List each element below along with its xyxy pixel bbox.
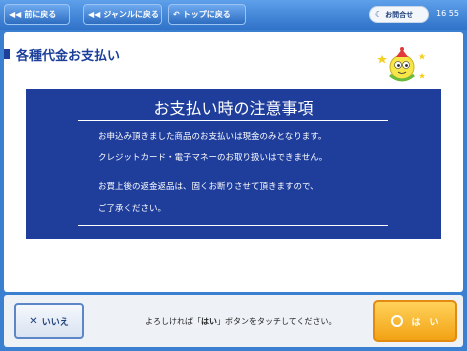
- instruction-before: よろしければ「: [145, 317, 201, 326]
- notice-title: お支払い時の注意事項: [153, 99, 314, 118]
- return-arrow-icon: ↶: [173, 10, 180, 19]
- contact-button-label: お問合せ: [385, 10, 414, 19]
- notice-box: お支払い時の注意事項 お申込み頂きました商品のお支払いは現金のみとなります。 ク…: [26, 89, 441, 239]
- instruction-text: よろしければ「はい」ボタンをタッチしてください。: [145, 316, 337, 327]
- yes-button[interactable]: は い: [373, 300, 457, 342]
- yes-button-label: は い: [411, 317, 439, 328]
- title-marker: [4, 49, 10, 59]
- x-mark-icon: ✕: [29, 315, 38, 327]
- back-button-label: 前に戻る: [24, 10, 57, 19]
- instruction-after: 」ボタンをタッチしてください。: [217, 317, 337, 326]
- instruction-emphasis: はい: [201, 317, 217, 326]
- page-title: 各種代金お支払い: [16, 49, 121, 64]
- back-button[interactable]: ◀◀ 前に戻る: [4, 4, 70, 25]
- double-left-arrow-icon: ◀◀: [9, 10, 22, 19]
- speech-bubble-icon: ☾: [375, 10, 383, 19]
- double-left-arrow-icon: ◀◀: [88, 10, 101, 19]
- no-button-label: いいえ: [41, 317, 69, 328]
- notice-divider-top: [78, 120, 388, 121]
- notice-line-4: ご了承ください。: [98, 204, 167, 214]
- top-back-button[interactable]: ↶ トップに戻る: [168, 4, 246, 25]
- genre-back-button-label: ジャンルに戻る: [103, 10, 159, 19]
- top-back-button-label: トップに戻る: [182, 10, 231, 19]
- mascot-icon: [377, 47, 426, 82]
- genre-back-button[interactable]: ◀◀ ジャンルに戻る: [83, 4, 162, 25]
- circle-icon: [391, 315, 404, 327]
- notice-divider-bottom: [78, 225, 388, 226]
- bottom-bar: ✕ いいえ よろしければ「はい」ボタンをタッチしてください。 は い: [4, 295, 463, 347]
- clock: 16 55: [436, 9, 459, 18]
- main-panel: 各種代金お支払い お支払い時の注意事項 お申込み頂きました商品のお支払いは現金の…: [4, 32, 463, 292]
- top-bar: ◀◀ 前に戻る ◀◀ ジャンルに戻る ↶ トップに戻る ☾ お問合せ 16 55: [0, 0, 467, 30]
- contact-button[interactable]: ☾ お問合せ: [369, 6, 429, 23]
- no-button[interactable]: ✕ いいえ: [14, 303, 84, 339]
- notice-line-3: お買上後の返金返品は、固くお断りさせて頂きますので、: [98, 182, 319, 192]
- notice-line-2: クレジットカード・電子マネーのお取り扱いはできません。: [98, 153, 328, 163]
- notice-line-1: お申込み頂きました商品のお支払いは現金のみとなります。: [98, 132, 327, 142]
